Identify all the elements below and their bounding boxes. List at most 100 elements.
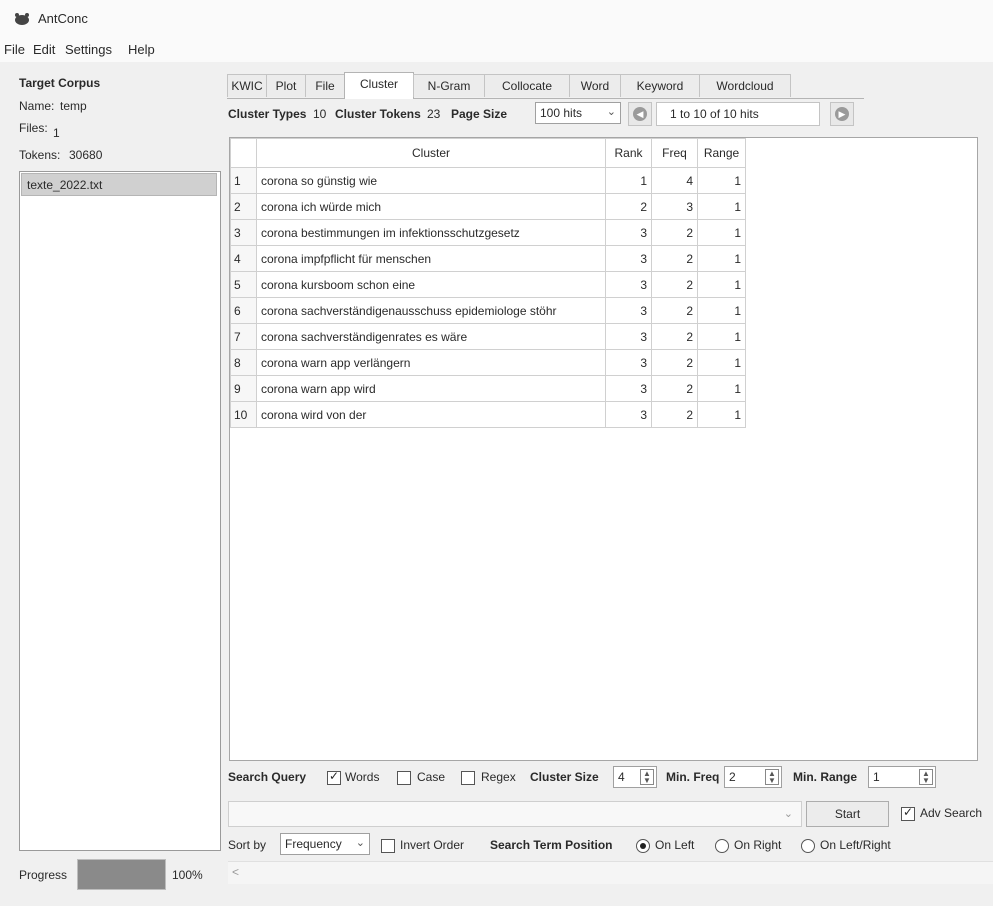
words-checkbox[interactable]: ✓: [327, 769, 341, 785]
spinner-arrows-icon[interactable]: ▲ ▼: [919, 769, 933, 785]
results-table: Cluster Rank Freq Range 1 corona so günst…: [230, 138, 746, 428]
table-row[interactable]: 4 corona impfpflicht für menschen 3 2 1: [230, 245, 746, 272]
cluster-cell[interactable]: corona bestimmungen im infektionsschutzg…: [256, 219, 606, 246]
tab-plot[interactable]: Plot: [266, 74, 306, 97]
freq-cell: 3: [651, 193, 698, 220]
page-size-value: 100 hits: [540, 106, 583, 120]
table-row[interactable]: 6 corona sachverständigenausschuss epidem…: [230, 297, 746, 324]
col-header-cluster[interactable]: Cluster: [256, 138, 606, 168]
col-header-rank[interactable]: Rank: [605, 138, 652, 168]
tab-collocate-label: Collocate: [501, 79, 553, 93]
cluster-cell[interactable]: corona sachverständigenrates es wäre: [256, 323, 606, 350]
radio-on-left[interactable]: [636, 839, 650, 853]
cluster-size-value: 4: [618, 770, 625, 784]
menu-edit[interactable]: Edit: [33, 42, 55, 57]
horizontal-scrollbar[interactable]: <: [228, 861, 993, 884]
corpus-file-name: texte_2022.txt: [27, 178, 103, 192]
results-table-panel[interactable]: Cluster Rank Freq Range 1 corona so günst…: [229, 137, 978, 761]
table-row[interactable]: 3 corona bestimmungen im infektionsschutz…: [230, 219, 746, 246]
tab-word[interactable]: Word: [569, 74, 621, 97]
spinner-arrows-icon[interactable]: ▲ ▼: [765, 769, 779, 785]
cluster-cell[interactable]: corona so günstig wie: [256, 167, 606, 194]
adv-search-checkbox[interactable]: ✓: [901, 805, 915, 821]
tab-file[interactable]: File: [305, 74, 345, 97]
regex-label: Regex: [481, 770, 516, 784]
corpus-name-value: temp: [60, 99, 87, 113]
table-row[interactable]: 7 corona sachverständigenrates es wäre 3 2 1: [230, 323, 746, 350]
invert-order-checkbox[interactable]: [381, 839, 395, 853]
search-term-position-label: Search Term Position: [490, 838, 613, 852]
rank-cell: 3: [605, 219, 652, 246]
progress-label: Progress: [19, 868, 68, 882]
row-index: 5: [230, 271, 257, 298]
corpus-file-list[interactable]: texte_2022.txt: [19, 171, 221, 851]
tab-keyword[interactable]: Keyword: [620, 74, 700, 97]
menu-file[interactable]: File: [4, 42, 25, 57]
next-page-button[interactable]: ▶: [830, 102, 854, 126]
tab-wordcloud[interactable]: Wordcloud: [699, 74, 791, 97]
tab-wordcloud-label: Wordcloud: [716, 79, 774, 93]
spinner-arrows-icon[interactable]: ▲ ▼: [640, 769, 654, 785]
col-header-freq[interactable]: Freq: [651, 138, 698, 168]
freq-cell: 2: [651, 271, 698, 298]
row-index: 2: [230, 193, 257, 220]
tool-tabs: KWIC Plot File Cluster N-Gram Collocate …: [227, 72, 864, 99]
arrow-left-icon: ◀: [633, 107, 647, 121]
radio-on-right[interactable]: [715, 839, 729, 853]
table-row[interactable]: 5 corona kursboom schon eine 3 2 1: [230, 271, 746, 298]
chevron-down-icon[interactable]: ⌄: [784, 807, 793, 820]
cluster-cell[interactable]: corona warn app verlängern: [256, 349, 606, 376]
case-label: Case: [417, 770, 446, 784]
tab-ngram[interactable]: N-Gram: [413, 74, 485, 97]
tab-collocate[interactable]: Collocate: [484, 74, 570, 97]
rank-cell: 3: [605, 271, 652, 298]
table-row[interactable]: 1 corona so günstig wie 1 4 1: [230, 167, 746, 194]
on-left-label: On Left: [655, 838, 695, 852]
cluster-cell[interactable]: corona wird von der: [256, 401, 606, 428]
row-index: 10: [230, 401, 257, 428]
min-range-stepper[interactable]: 1 ▲ ▼: [868, 766, 936, 788]
chevron-down-icon: ⌄: [606, 106, 616, 118]
sort-by-label: Sort by: [228, 838, 267, 852]
cluster-size-stepper[interactable]: 4 ▲ ▼: [613, 766, 657, 788]
prev-page-button[interactable]: ◀: [628, 102, 652, 126]
menu-settings[interactable]: Settings: [65, 42, 112, 57]
freq-cell: 2: [651, 349, 698, 376]
cluster-tokens-label: Cluster Tokens: [335, 107, 421, 121]
progress-bar: [77, 859, 166, 890]
start-button[interactable]: Start: [806, 801, 889, 827]
col-header-range[interactable]: Range: [697, 138, 746, 168]
cluster-cell[interactable]: corona impfpflicht für menschen: [256, 245, 606, 272]
table-row[interactable]: 2 corona ich würde mich 2 3 1: [230, 193, 746, 220]
range-cell: 1: [697, 245, 746, 272]
radio-on-left-right[interactable]: [801, 839, 815, 853]
table-row[interactable]: 8 corona warn app verlängern 3 2 1: [230, 349, 746, 376]
cluster-cell[interactable]: corona warn app wird: [256, 375, 606, 402]
cluster-cell[interactable]: corona ich würde mich: [256, 193, 606, 220]
rank-cell: 3: [605, 349, 652, 376]
page-size-select[interactable]: 100 hits ⌄: [535, 102, 621, 124]
range-cell: 1: [697, 401, 746, 428]
search-query-input[interactable]: ⌄: [228, 801, 802, 827]
min-freq-stepper[interactable]: 2 ▲ ▼: [724, 766, 782, 788]
table-row[interactable]: 10 corona wird von der 3 2 1: [230, 401, 746, 428]
radio-selected-dot: [640, 843, 646, 849]
corpus-tokens-label: Tokens:: [19, 148, 61, 162]
tab-kwic[interactable]: KWIC: [227, 74, 267, 97]
case-checkbox[interactable]: [397, 771, 411, 785]
cluster-cell[interactable]: corona kursboom schon eine: [256, 271, 606, 298]
table-header-row: Cluster Rank Freq Range: [230, 138, 746, 168]
table-row[interactable]: 9 corona warn app wird 3 2 1: [230, 375, 746, 402]
tab-cluster[interactable]: Cluster: [344, 72, 414, 99]
row-index: 3: [230, 219, 257, 246]
sort-by-select[interactable]: Frequency ⌄: [280, 833, 370, 855]
cluster-cell[interactable]: corona sachverständigenausschuss epidemi…: [256, 297, 606, 324]
freq-cell: 2: [651, 245, 698, 272]
corpus-file-item[interactable]: texte_2022.txt: [21, 173, 217, 196]
window-title: AntConc: [38, 11, 88, 26]
regex-checkbox[interactable]: [461, 771, 475, 785]
row-index: 6: [230, 297, 257, 324]
min-range-value: 1: [873, 770, 880, 784]
scroll-left-icon[interactable]: <: [232, 865, 239, 879]
menu-help[interactable]: Help: [128, 42, 155, 57]
